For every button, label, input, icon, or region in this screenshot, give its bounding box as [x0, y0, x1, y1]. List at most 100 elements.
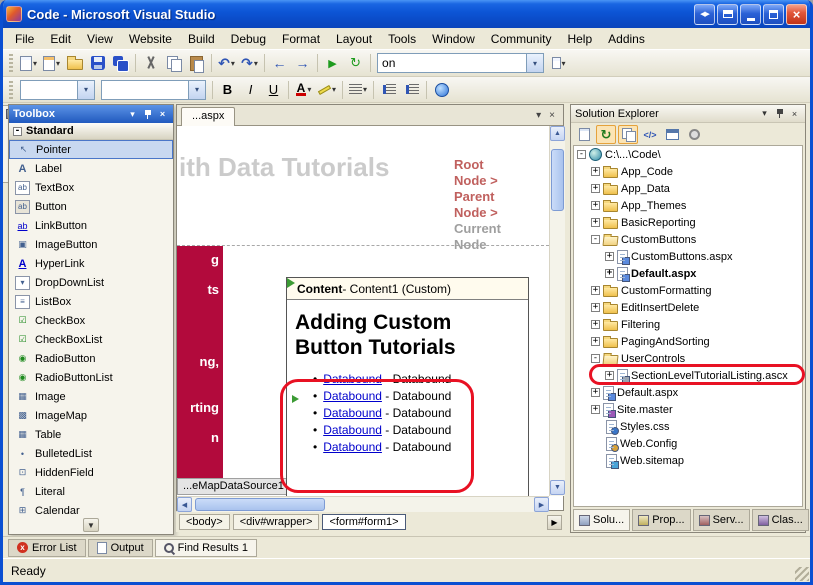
tree-item-default-aspx-custombuttons[interactable]: +Default.aspx — [574, 265, 802, 282]
navigate-back-button[interactable]: ← — [268, 52, 291, 74]
nest-related-files-button[interactable] — [618, 125, 638, 144]
group-collapse-box[interactable]: - — [13, 127, 22, 136]
tree-item-sectionleveltutoriallisting-ascx[interactable]: +SectionLevelTutorialListing.ascx — [574, 367, 802, 384]
font-color-button[interactable]: A▾ — [292, 79, 315, 101]
tree-expander[interactable]: + — [591, 320, 600, 329]
tab-properties[interactable]: Prop... — [632, 509, 690, 531]
toolbar-grip[interactable] — [9, 81, 13, 99]
aspnet-configuration-button[interactable] — [684, 125, 704, 144]
toolbox-item-hyperlink[interactable]: AHyperLink — [9, 254, 173, 273]
vertical-scroll-thumb[interactable] — [551, 149, 564, 211]
minimize-button[interactable] — [740, 4, 761, 25]
databound-link[interactable]: Databound — [323, 372, 382, 386]
open-file-button[interactable] — [63, 52, 86, 74]
view-code-button[interactable]: </> — [640, 125, 660, 144]
undo-button[interactable]: ↶▾ — [215, 52, 238, 74]
window-chevrons-button[interactable]: ◀▶ — [694, 4, 715, 25]
properties-button[interactable] — [574, 125, 594, 144]
tree-item-app-themes[interactable]: +App_Themes — [574, 197, 802, 214]
toolbox-item-pointer[interactable]: ↖Pointer — [9, 140, 173, 159]
menu-help[interactable]: Help — [559, 29, 600, 49]
toolbox-item-bulletedlist[interactable]: •BulletedList — [9, 444, 173, 463]
tree-item-app-code[interactable]: +App_Code — [574, 163, 802, 180]
find-combo-dropdown[interactable]: ▾ — [527, 53, 544, 73]
tab-server-explorer[interactable]: Serv... — [693, 509, 750, 531]
tree-item-default-aspx[interactable]: +Default.aspx — [574, 384, 802, 401]
toolbox-item-linkbutton[interactable]: abLinkButton — [9, 216, 173, 235]
target-rule-dropdown[interactable]: ▾ — [78, 80, 95, 100]
menu-build[interactable]: Build — [180, 29, 223, 49]
breadcrumb-parent-link[interactable]: Parent — [454, 189, 544, 205]
save-button[interactable] — [86, 52, 109, 74]
databound-link[interactable]: Databound — [323, 406, 382, 420]
tree-expander[interactable]: + — [591, 337, 600, 346]
tab-output[interactable]: Output — [88, 539, 153, 557]
window-layout-button[interactable] — [717, 4, 738, 25]
toolbox-item-imagemap[interactable]: ▩ImageMap — [9, 406, 173, 425]
tree-expander[interactable]: + — [591, 184, 600, 193]
tag-form-form1[interactable]: <form#form1> — [322, 514, 405, 530]
nav-link-fragment[interactable]: rting — [190, 400, 219, 415]
auto-hide-pin-button[interactable] — [773, 107, 786, 120]
toolbox-item-imagebutton[interactable]: ▣ImageButton — [9, 235, 173, 254]
font-input[interactable] — [101, 80, 189, 100]
tree-expander[interactable]: - — [577, 150, 586, 159]
toolbox-item-radiobuttonlist[interactable]: ◉RadioButtonList — [9, 368, 173, 387]
horizontal-scrollbar[interactable]: ◀ ▶ — [177, 496, 549, 512]
breadcrumb-root-link[interactable]: Node > — [454, 173, 544, 189]
underline-button[interactable]: U — [262, 79, 285, 101]
smart-tag-icon[interactable] — [287, 278, 295, 288]
tag-scroll-right-button[interactable]: ▶ — [547, 515, 562, 530]
menu-file[interactable]: File — [7, 29, 42, 49]
tree-item-web-config[interactable]: Web.Config — [574, 435, 802, 452]
tree-expander[interactable]: + — [591, 201, 600, 210]
save-all-button[interactable] — [109, 52, 132, 74]
toolbar-grip[interactable] — [9, 54, 13, 72]
bulleted-list-button[interactable] — [377, 79, 400, 101]
tag-div-wrapper[interactable]: <div#wrapper> — [233, 514, 320, 530]
tree-item-customformatting[interactable]: +CustomFormatting — [574, 282, 802, 299]
target-rule-input[interactable] — [20, 80, 78, 100]
scroll-left-button[interactable]: ◀ — [177, 497, 192, 512]
tree-item-filtering[interactable]: +Filtering — [574, 316, 802, 333]
tree-expander[interactable]: - — [591, 354, 600, 363]
toolbox-item-textbox[interactable]: abTextBox — [9, 178, 173, 197]
redo-button[interactable]: ↷▾ — [238, 52, 261, 74]
tree-expander[interactable]: + — [605, 371, 614, 380]
nav-link-fragment[interactable]: ng, — [200, 354, 220, 369]
design-surface[interactable]: ith Data Tutorials Root Node > Parent No… — [177, 126, 549, 496]
breadcrumb-root-link[interactable]: Root — [454, 157, 544, 173]
scroll-up-button[interactable]: ▲ — [550, 126, 565, 141]
scroll-down-button[interactable]: ▼ — [550, 480, 565, 495]
bold-button[interactable]: B — [216, 79, 239, 101]
toolbox-item-button[interactable]: abButton — [9, 197, 173, 216]
tab-class-view[interactable]: Clas... — [752, 509, 809, 531]
add-new-item-button[interactable]: ▾ — [40, 52, 63, 74]
menu-addins[interactable]: Addins — [600, 29, 653, 49]
tree-item-root[interactable]: -C:\...\Code\ — [574, 146, 802, 163]
menu-layout[interactable]: Layout — [328, 29, 380, 49]
databound-link[interactable]: Databound — [323, 423, 382, 437]
highlight-button[interactable]: ▾ — [315, 79, 339, 101]
tree-expander[interactable]: + — [591, 286, 600, 295]
tree-item-web-sitemap[interactable]: Web.sitemap — [574, 452, 802, 469]
toolbox-item-table[interactable]: ▦Table — [9, 425, 173, 444]
tree-expander[interactable]: + — [591, 303, 600, 312]
content-placeholder-control[interactable]: Content - Content1 (Custom) Adding Custo… — [286, 277, 529, 496]
hyperlink-button[interactable] — [430, 79, 453, 101]
usercontrol-smart-tag-icon[interactable] — [292, 395, 299, 403]
tree-item-pagingandsorting[interactable]: +PagingAndSorting — [574, 333, 802, 350]
tree-expander[interactable]: + — [591, 218, 600, 227]
nav-link-fragment[interactable]: n — [211, 430, 219, 445]
alignment-button[interactable]: ▾ — [346, 79, 370, 101]
toolbox-scroll-down-button[interactable]: ▼ — [83, 518, 99, 532]
font-combo-dropdown[interactable]: ▾ — [189, 80, 206, 100]
sitemapdatasource-control[interactable]: ...eMapDataSource1 — [177, 478, 290, 495]
vertical-scrollbar[interactable]: ▲ ▼ — [549, 126, 565, 496]
menu-website[interactable]: Website — [121, 29, 180, 49]
toolbox-item-listbox[interactable]: ≡ListBox — [9, 292, 173, 311]
auto-hide-pin-button[interactable] — [141, 108, 154, 121]
toolbox-item-checkbox[interactable]: ☑CheckBox — [9, 311, 173, 330]
menu-community[interactable]: Community — [483, 29, 560, 49]
copy-button[interactable] — [162, 52, 185, 74]
